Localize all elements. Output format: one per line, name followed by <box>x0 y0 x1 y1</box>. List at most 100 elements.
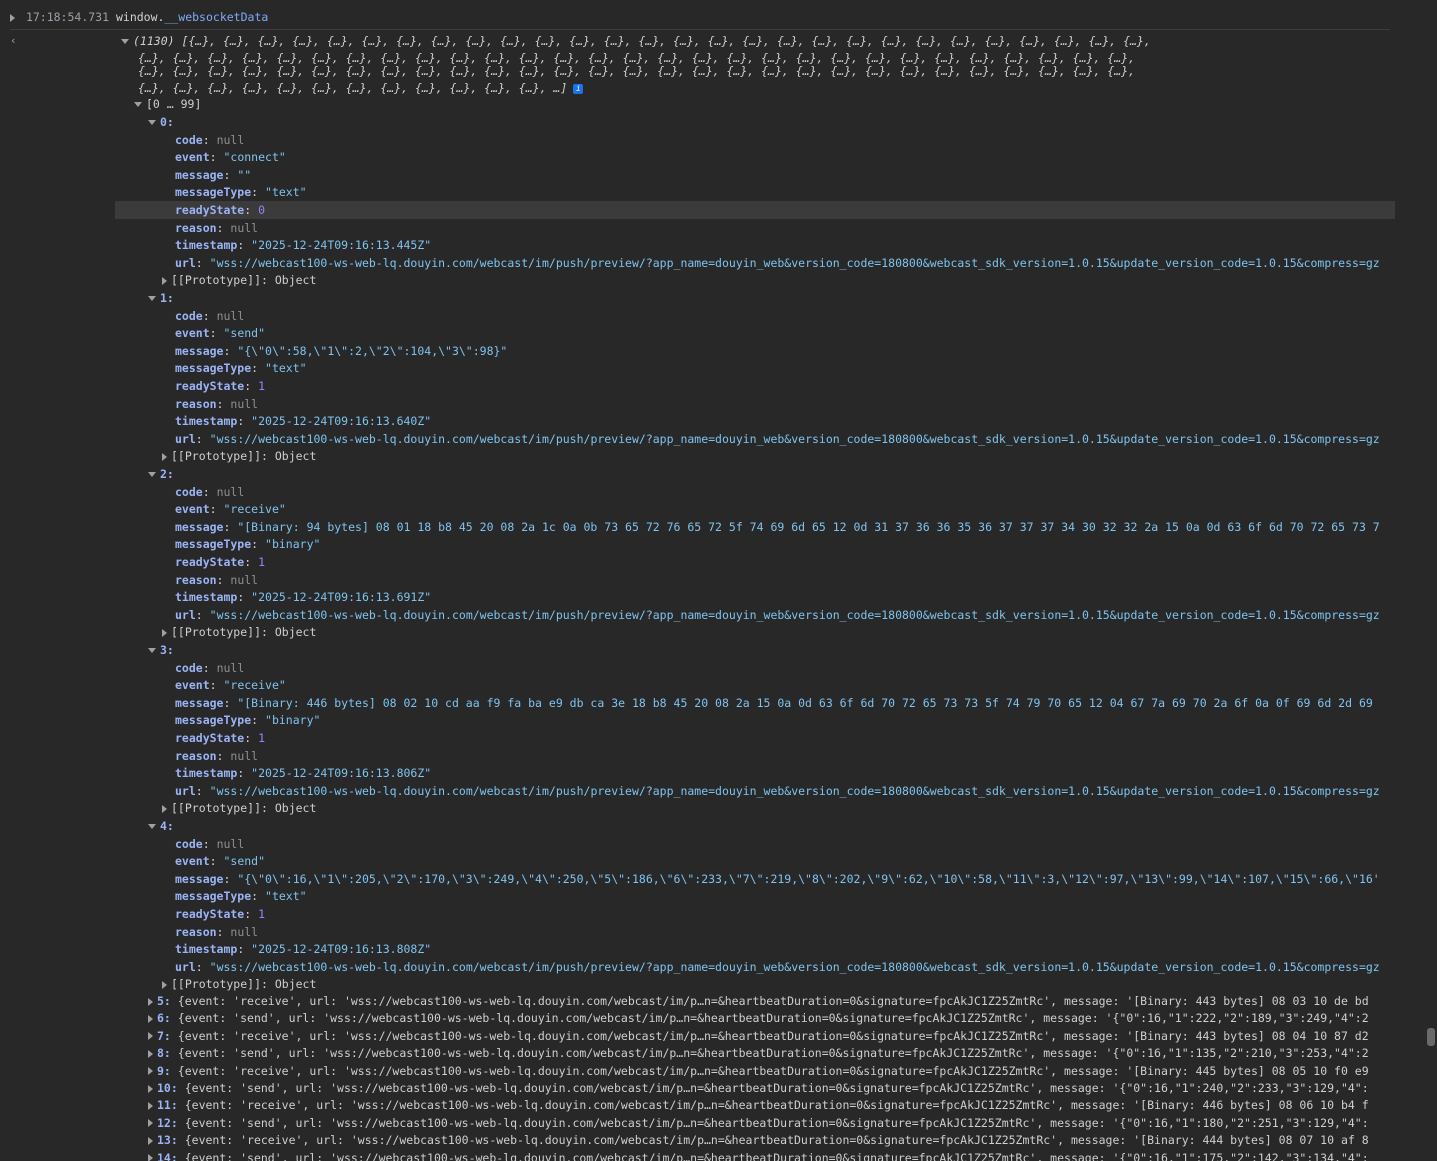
array-summary-line: (1130) [{…}, {…}, {…}, {…}, {…}, {…}, {…… <box>133 34 1151 48</box>
prop-value: 1 <box>258 555 266 569</box>
collapsed-entry[interactable]: 5: {event: 'receive', url: 'wss://webcas… <box>148 992 1369 1010</box>
prop-key: readyState <box>175 731 245 745</box>
prop-value: "wss://webcast100-ws-web-lq.douyin.com/w… <box>209 431 1380 446</box>
entry-index-label: 3: <box>160 643 174 657</box>
entry-index[interactable]: 3: <box>148 641 174 659</box>
scrollbar-thumb[interactable] <box>1427 1028 1435 1046</box>
prop-value: 0 <box>258 203 266 217</box>
prop-readystate: readyState: 1 <box>175 379 266 393</box>
prop-value: "text" <box>265 185 307 200</box>
expand-triangle-icon[interactable] <box>148 1084 153 1093</box>
collapsed-entry[interactable]: 10: {event: 'send', url: 'wss://webcast1… <box>148 1079 1369 1097</box>
array-summary-line: {…}, {…}, {…}, {…}, {…}, {…}, {…}, {…}, … <box>138 64 1135 78</box>
prop-key: url <box>175 431 196 446</box>
prop-value: "receive" <box>223 502 286 517</box>
prop-key: messageType <box>175 185 252 200</box>
prop-timestamp: timestamp: "2025-12-24T09:16:13.640Z" <box>175 414 432 429</box>
prop-readystate: readyState: 1 <box>175 907 266 921</box>
expand-triangle-icon[interactable] <box>148 1154 153 1161</box>
expand-triangle-icon[interactable] <box>162 980 167 989</box>
entry-index[interactable]: 1: <box>148 289 174 307</box>
prop-key: url <box>175 607 196 622</box>
prop-value: null <box>216 308 245 323</box>
expand-triangle-icon[interactable] <box>148 1032 153 1041</box>
prototype-row[interactable]: [[Prototype]]: Object <box>162 975 316 993</box>
console-input-line[interactable]: 17:18:54.731 window.__websocketData <box>10 8 268 26</box>
prototype-label: [[Prototype]]: Object <box>171 625 317 640</box>
prop-value: "wss://webcast100-ws-web-lq.douyin.com/w… <box>209 783 1380 798</box>
expand-triangle-icon[interactable] <box>148 296 156 301</box>
collapsed-entry[interactable]: 12: {event: 'send', url: 'wss://webcast1… <box>148 1114 1369 1132</box>
collapsed-entry[interactable]: 9: {event: 'receive', url: 'wss://webcas… <box>148 1062 1369 1080</box>
prop-key: reason <box>175 924 217 939</box>
prop-event: event: "send" <box>175 854 266 869</box>
prop-messagetype: messageType: "text" <box>175 361 307 376</box>
expand-triangle-icon[interactable] <box>148 648 156 653</box>
prop-url: url: "wss://webcast100-ws-web-lq.douyin.… <box>175 431 1380 446</box>
expand-triangle-icon[interactable] <box>148 1101 153 1110</box>
info-icon[interactable]: i <box>573 83 584 94</box>
array-summary-end: {…}, {…}, {…}, {…}, {…}, {…}, {…}, {…}, … <box>138 79 584 97</box>
prop-messagetype: messageType: "text" <box>175 889 307 904</box>
prop-key: code <box>175 484 203 499</box>
collapsed-entry[interactable]: 8: {event: 'send', url: 'wss://webcast10… <box>148 1044 1369 1062</box>
entry-index-label: 1: <box>160 291 174 305</box>
collapsed-entry[interactable]: 11: {event: 'receive', url: 'wss://webca… <box>148 1096 1369 1114</box>
prototype-row[interactable]: [[Prototype]]: Object <box>162 623 316 641</box>
prop-readystate: readyState: 1 <box>175 555 266 569</box>
expand-triangle-icon[interactable] <box>148 1014 153 1023</box>
prop-value: null <box>230 924 259 939</box>
entry-index-label: 2: <box>160 467 174 481</box>
expand-triangle-icon[interactable] <box>148 120 156 125</box>
prop-key: reason <box>175 396 217 411</box>
log-timestamp: 17:18:54.731 <box>25 10 110 24</box>
entry-index-label: 5: <box>157 994 171 1008</box>
prop-value: null <box>216 132 245 147</box>
entry-index[interactable]: 4: <box>148 817 174 835</box>
entry-preview: {event: 'send', url: 'wss://webcast100-w… <box>184 1150 1369 1161</box>
prop-key: event <box>175 150 210 165</box>
entry-preview: {event: 'receive', url: 'wss://webcast10… <box>177 1028 1369 1043</box>
entry-index-label: 4: <box>160 819 174 833</box>
expand-triangle-icon[interactable] <box>148 997 153 1006</box>
collapsed-entry[interactable]: 6: {event: 'send', url: 'wss://webcast10… <box>148 1009 1369 1027</box>
prop-value: "text" <box>265 361 307 376</box>
array-summary-line: {…}, {…}, {…}, {…}, {…}, {…}, {…}, {…}, … <box>138 81 568 95</box>
collapsed-entry[interactable]: 13: {event: 'receive', url: 'wss://webca… <box>148 1131 1369 1149</box>
array-summary[interactable]: (1130) [{…}, {…}, {…}, {…}, {…}, {…}, {…… <box>121 32 1151 50</box>
expand-triangle-icon[interactable] <box>148 1119 153 1128</box>
expand-triangle-icon[interactable] <box>121 39 129 44</box>
prop-value: "{\"0\":58,\"1\":2,\"2\":104,\"3\":98}" <box>237 343 508 358</box>
prop-message: message: "[Binary: 94 bytes] 08 01 18 b8… <box>175 519 1380 534</box>
entry-preview: {event: 'receive', url: 'wss://webcast10… <box>184 1098 1369 1113</box>
expand-triangle-icon[interactable] <box>148 1067 153 1076</box>
expand-triangle-icon[interactable] <box>134 102 142 107</box>
prop-key: url <box>175 255 196 270</box>
expand-triangle-icon[interactable] <box>162 804 167 813</box>
expand-triangle-icon[interactable] <box>148 1049 153 1058</box>
prop-key: event <box>175 854 210 869</box>
expand-triangle-icon[interactable] <box>148 824 156 829</box>
range-label: [0 … 99] <box>146 97 202 111</box>
range-group[interactable]: [0 … 99] <box>134 95 201 113</box>
entry-index[interactable]: 2: <box>148 465 174 483</box>
prop-key: reason <box>175 572 217 587</box>
expand-triangle-icon[interactable] <box>162 628 167 637</box>
devtools-console: 17:18:54.731 window.__websocketData ‹ (1… <box>0 0 1437 1161</box>
expand-triangle-icon[interactable] <box>162 452 167 461</box>
expand-triangle-icon[interactable] <box>148 1136 153 1145</box>
collapsed-entry[interactable]: 14: {event: 'send', url: 'wss://webcast1… <box>148 1149 1369 1161</box>
prop-value: "2025-12-24T09:16:13.808Z" <box>251 942 432 957</box>
prototype-row[interactable]: [[Prototype]]: Object <box>162 271 316 289</box>
prop-value: "2025-12-24T09:16:13.806Z" <box>251 766 432 781</box>
entry-preview: {event: 'receive', url: 'wss://webcast10… <box>177 994 1369 1008</box>
entry-index[interactable]: 0: <box>148 113 174 131</box>
collapsed-entry[interactable]: 7: {event: 'receive', url: 'wss://webcas… <box>148 1027 1369 1045</box>
prop-key: timestamp <box>175 238 238 253</box>
prop-code: code: null <box>175 836 245 851</box>
prototype-row[interactable]: [[Prototype]]: Object <box>162 447 316 465</box>
divider <box>10 29 1390 30</box>
expand-triangle-icon[interactable] <box>162 276 167 285</box>
prototype-row[interactable]: [[Prototype]]: Object <box>162 799 316 817</box>
expand-triangle-icon[interactable] <box>148 472 156 477</box>
